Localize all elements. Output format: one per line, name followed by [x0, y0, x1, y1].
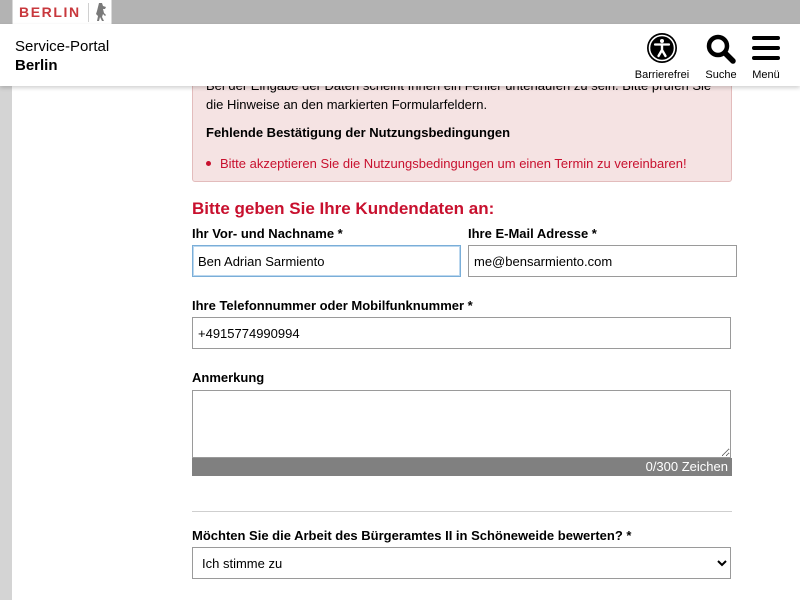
menu-button[interactable]: Menü	[748, 24, 784, 86]
email-input[interactable]	[468, 245, 737, 277]
email-label: Ihre E-Mail Adresse *	[468, 226, 597, 241]
alert-heading: Fehlende Bestätigung der Nutzungsbedingu…	[206, 125, 511, 140]
form-title: Bitte geben Sie Ihre Kundendaten an:	[192, 199, 495, 218]
accessibility-icon	[647, 33, 677, 63]
search-label: Suche	[705, 69, 737, 81]
remark-counter: 0/300 Zeichen	[192, 458, 732, 476]
berlin-logo[interactable]: BERLIN	[12, 0, 112, 27]
phone-input[interactable]	[192, 317, 731, 349]
alert-item[interactable]: Bitte akzeptieren Sie die Nutzungsbeding…	[206, 156, 687, 172]
bear-icon	[96, 3, 106, 21]
site-header: Service-Portal Berlin Barrierefrei Suche…	[0, 24, 800, 86]
rating-select[interactable]: Ich stimme zu	[192, 547, 731, 579]
portal-title[interactable]: Service-Portal	[15, 38, 109, 56]
bullet-icon	[206, 161, 211, 167]
logo-text: BERLIN	[19, 4, 81, 20]
name-input[interactable]	[192, 245, 461, 277]
alert-item-text: Bitte akzeptieren Sie die Nutzungsbeding…	[220, 156, 687, 171]
menu-label: Menü	[752, 69, 780, 81]
accessibility-label: Barrierefrei	[634, 69, 690, 81]
top-strip	[0, 0, 800, 24]
remark-textarea[interactable]	[192, 390, 731, 458]
search-icon	[706, 34, 736, 64]
hamburger-icon	[752, 36, 780, 60]
portal-subtitle[interactable]: Berlin	[15, 57, 58, 75]
left-rail	[0, 86, 12, 600]
accessibility-button[interactable]: Barrierefrei	[632, 24, 692, 86]
logo-separator	[88, 3, 89, 22]
divider	[192, 511, 732, 512]
remark-label: Anmerkung	[192, 370, 265, 385]
search-button[interactable]: Suche	[698, 24, 744, 86]
name-label: Ihr Vor- und Nachname *	[192, 226, 343, 241]
rating-label: Möchten Sie die Arbeit des Bürgeramtes I…	[192, 528, 632, 543]
phone-label: Ihre Telefonnummer oder Mobilfunknummer …	[192, 298, 473, 313]
